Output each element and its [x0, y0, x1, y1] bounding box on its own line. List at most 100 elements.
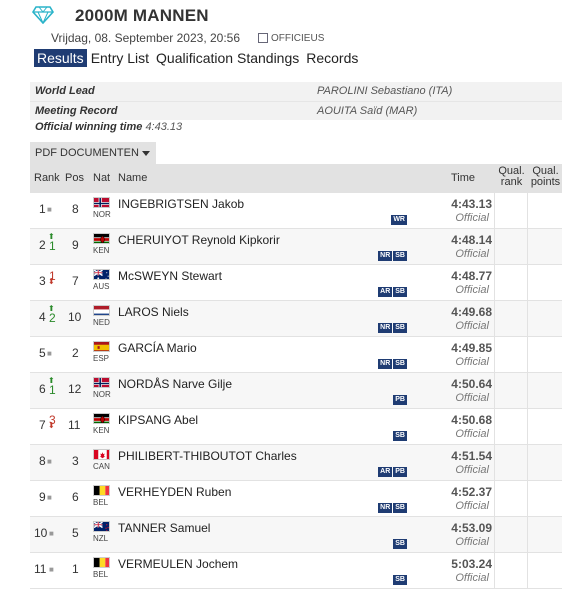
official-label: Official	[455, 536, 489, 548]
record-badge: SB	[393, 251, 407, 261]
athlete-name[interactable]: McSWEYN Stewart	[118, 269, 222, 283]
athlete-name[interactable]: KIPSANG Abel	[118, 413, 198, 427]
world-lead-row: World Lead PAROLINI Sebastiano (ITA)	[30, 82, 562, 101]
table-row[interactable]: 5 ■ 2 ESP GARCÍA Mario NR SB 4:49.85 Official	[30, 337, 562, 373]
record-badge: SB	[393, 359, 407, 369]
officieus-checkbox[interactable]	[258, 33, 269, 43]
col-header-time: Time	[451, 172, 476, 184]
athlete-name[interactable]: LAROS Niels	[118, 305, 189, 319]
no-change-icon: ■	[47, 493, 52, 502]
record-badge: SB	[393, 323, 407, 333]
table-row[interactable]: 2 ⬆ 1 9 KEN CHERUIYOT Reynold Kipkorir NR SB 4:4…	[30, 229, 562, 265]
result-time: 4:49.68	[451, 305, 492, 319]
results-table-header: Rank Pos Nat Name Time Qual. rank Qual. …	[30, 164, 562, 193]
table-row[interactable]: 11 ■ 1 BEL VERMEULEN Jochem SB 5:03.24 Official	[30, 553, 562, 589]
table-row[interactable]: 8 ■ 3 CAN PHILIBERT-THIBOUTOT Charles AR PB 4:5…	[30, 445, 562, 481]
lane-position: 8	[72, 202, 79, 216]
col-header-qual-points: Qual. points	[530, 165, 561, 188]
rank-value: 8	[39, 454, 46, 468]
tab-entry-list[interactable]: Entry List	[88, 49, 152, 67]
table-row[interactable]: 1 ■ 8 NOR INGEBRIGTSEN Jakob WR 4:43.13 Officia…	[30, 193, 562, 229]
rank-value: 10	[34, 526, 48, 540]
column-divider	[494, 229, 495, 264]
rank-change-value: 2	[49, 311, 56, 325]
nationality-code: BEL	[93, 498, 109, 507]
athlete-name[interactable]: CHERUIYOT Reynold Kipkorir	[118, 233, 280, 247]
rank-value: 1	[39, 202, 46, 216]
table-row[interactable]: 3 ⬇ 1 7 AUS McSWEYN Stewart AR SB 4:48.77 Officia…	[30, 265, 562, 301]
rank-value: 4	[39, 310, 46, 324]
table-row[interactable]: 10 ■ 5 NZL TANNER Samuel SB 4:53.09 Official	[30, 517, 562, 553]
col-header-nat: Nat	[93, 172, 111, 184]
record-badge: SB	[393, 431, 407, 441]
official-label: Official	[455, 500, 489, 512]
nationality-code: AUS	[93, 282, 110, 291]
rank-change-value: 3	[49, 413, 56, 427]
record-badge: SB	[393, 503, 407, 513]
athlete-name[interactable]: VERHEYDEN Ruben	[118, 485, 231, 499]
flag-icon	[93, 197, 110, 208]
no-change-icon: ■	[49, 529, 54, 538]
table-row[interactable]: 4 ⬆ 2 10 NED LAROS Niels NR SB 4:49.68 Official	[30, 301, 562, 337]
results-table-body: 1 ■ 8 NOR INGEBRIGTSEN Jakob WR 4:43.13 Officia…	[30, 193, 562, 589]
athlete-name[interactable]: VERMEULEN Jochem	[118, 557, 238, 571]
record-badges: NR SB	[377, 323, 407, 333]
result-time: 4:49.85	[451, 341, 492, 355]
no-change-icon: ■	[47, 457, 52, 466]
result-time: 4:52.37	[451, 485, 492, 499]
column-divider	[494, 481, 495, 516]
lane-position: 10	[68, 310, 82, 324]
rank-change-value: 1	[49, 269, 56, 283]
record-badge: WR	[391, 215, 407, 225]
record-badge: SB	[393, 575, 407, 585]
tab-qualification-standings[interactable]: Qualification Standings	[153, 49, 302, 67]
record-badges: PB	[392, 395, 407, 405]
lane-position: 7	[72, 274, 79, 288]
column-divider	[527, 229, 528, 264]
nationality-code: NZL	[93, 534, 109, 543]
col-header-qual-rank: Qual. rank	[498, 165, 525, 188]
winning-time-value: 4:43.13	[145, 121, 183, 133]
flag-icon	[93, 413, 110, 424]
world-lead-label: World Lead	[35, 85, 95, 97]
athlete-name[interactable]: NORDÅS Narve Gilje	[118, 377, 232, 391]
record-badges: NR SB	[377, 251, 407, 261]
athlete-name[interactable]: INGEBRIGTSEN Jakob	[118, 197, 244, 211]
event-datetime: Vrijdag, 08. September 2023, 20:56	[51, 31, 241, 45]
athlete-name[interactable]: TANNER Samuel	[118, 521, 210, 535]
record-badge: PB	[393, 395, 407, 405]
lane-position: 2	[72, 346, 79, 360]
record-badges: NR SB	[377, 503, 407, 513]
athlete-name[interactable]: GARCÍA Mario	[118, 341, 197, 355]
column-divider	[527, 553, 528, 588]
record-badge: NR	[378, 359, 393, 369]
official-label: Official	[455, 320, 489, 332]
lane-position: 12	[68, 382, 82, 396]
lane-position: 11	[68, 418, 81, 432]
nationality-code: CAN	[93, 462, 110, 471]
tab-results[interactable]: Results	[34, 49, 87, 67]
table-row[interactable]: 7 ⬇ 3 11 KEN KIPSANG Abel SB 4:50.68 Official	[30, 409, 562, 445]
rank-value: 11	[34, 562, 47, 576]
col-header-rank: Rank	[34, 172, 60, 184]
column-divider	[494, 337, 495, 372]
table-row[interactable]: 9 ■ 6 BEL VERHEYDEN Ruben NR SB 4:52.37 Official	[30, 481, 562, 517]
result-time: 4:53.09	[451, 521, 492, 535]
column-divider	[527, 481, 528, 516]
table-row[interactable]: 6 ⬆ 1 12 NOR NORDÅS Narve Gilje PB 4:50.64 Offic…	[30, 373, 562, 409]
athlete-name[interactable]: PHILIBERT-THIBOUTOT Charles	[118, 449, 297, 463]
record-badge: PB	[393, 467, 407, 477]
nationality-code: NED	[93, 318, 110, 327]
column-divider	[494, 553, 495, 588]
column-divider	[494, 409, 495, 444]
nationality-code: BEL	[93, 570, 109, 579]
record-badges: WR	[390, 215, 407, 225]
tab-records[interactable]: Records	[303, 49, 361, 67]
pdf-documents-dropdown[interactable]: PDF DOCUMENTEN	[30, 142, 156, 164]
record-badge: NR	[378, 251, 393, 261]
record-badge: AR	[378, 287, 393, 297]
flag-icon	[93, 449, 110, 460]
flag-icon	[93, 233, 110, 244]
rank-value: 2	[39, 238, 46, 252]
official-label: Official	[455, 572, 489, 584]
